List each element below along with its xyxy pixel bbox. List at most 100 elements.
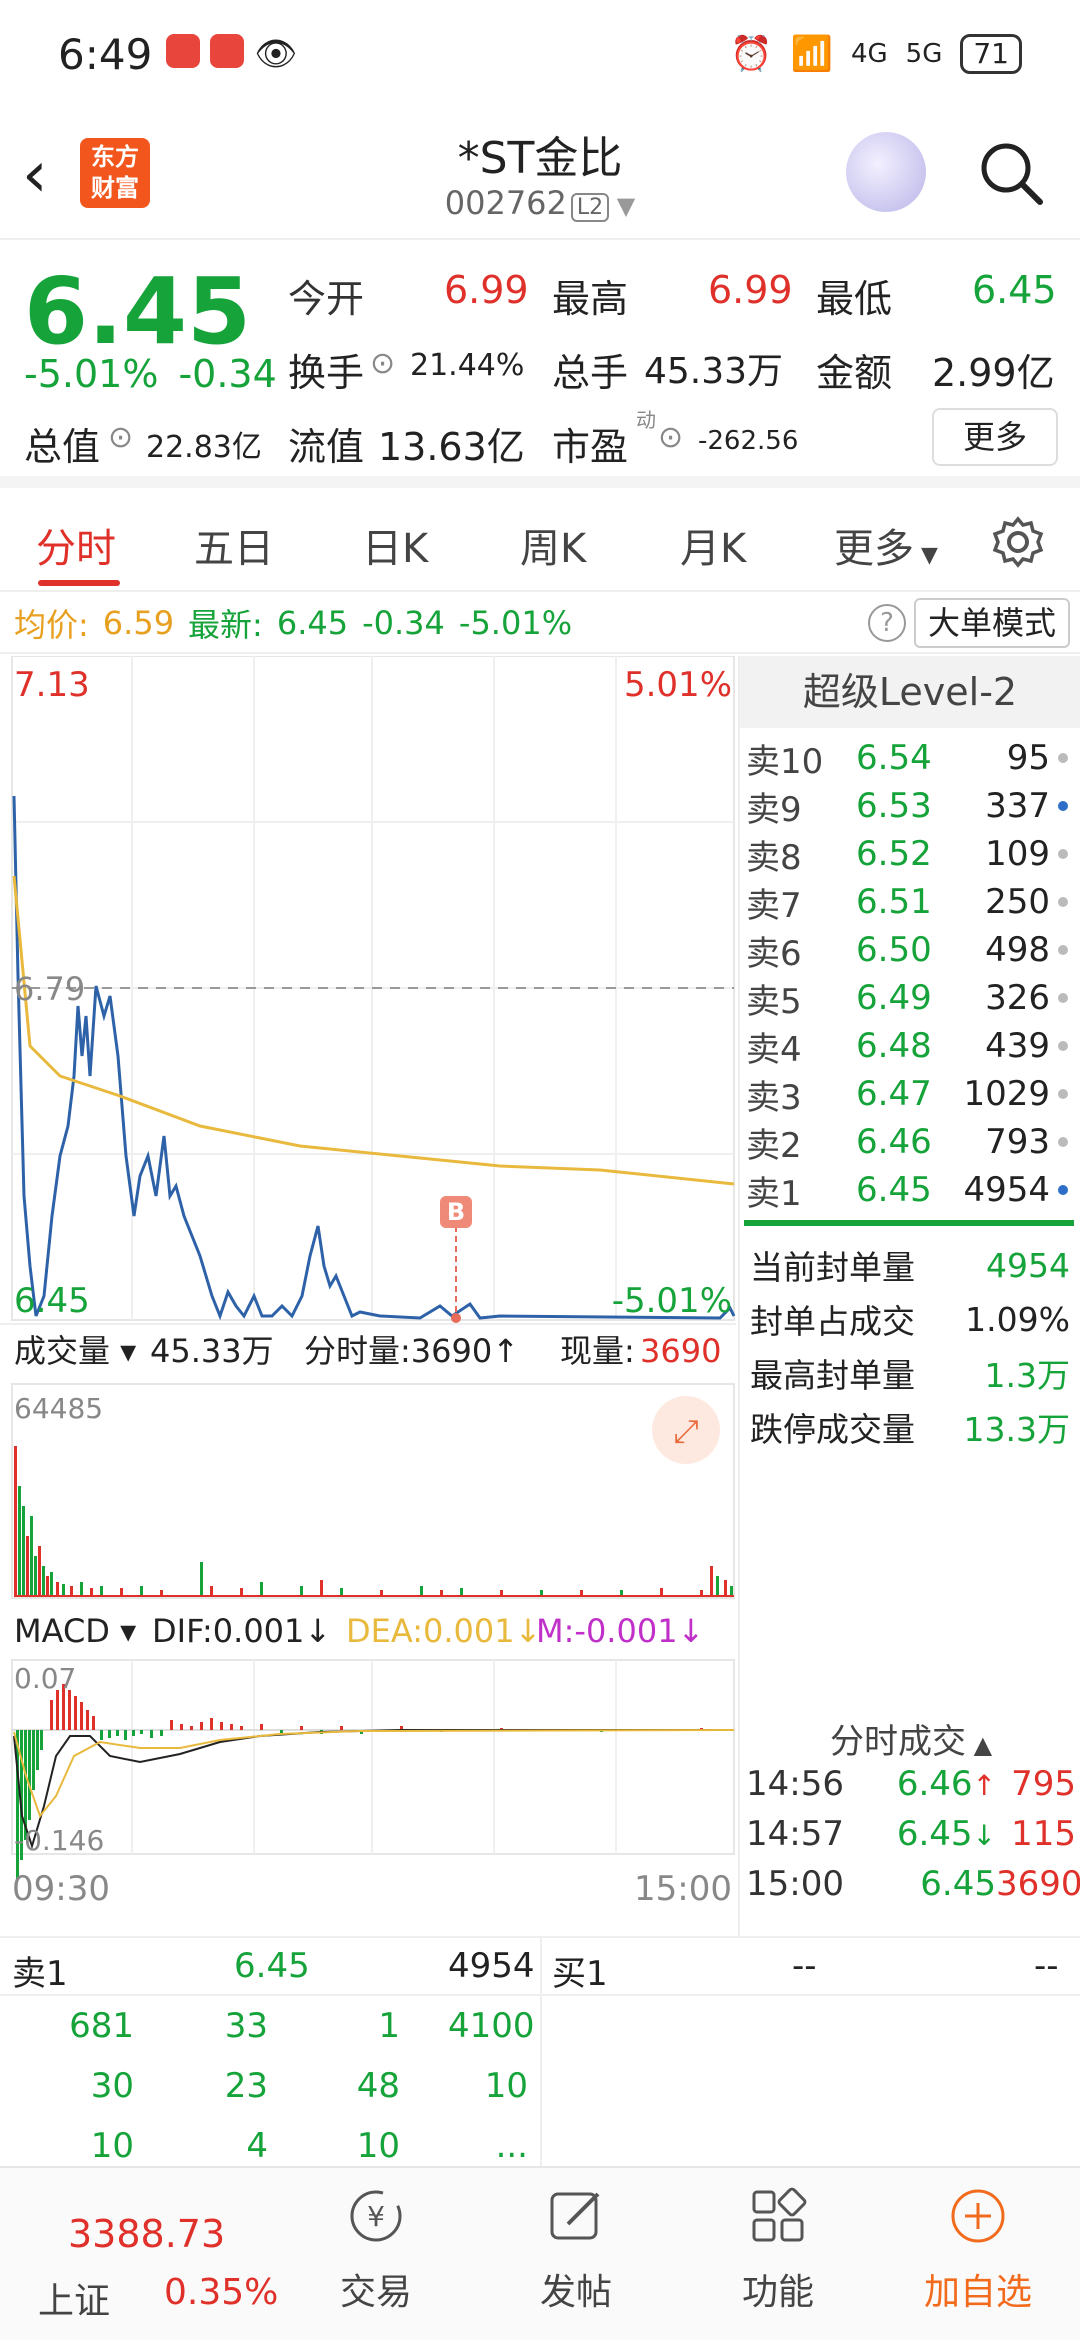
seal-divider: [744, 1220, 1074, 1226]
ask-row[interactable]: 卖6 6.50 498: [740, 926, 1080, 974]
turnover-value: 21.44%: [410, 348, 525, 383]
index-value: 3388.73: [68, 2212, 226, 2256]
settings-gear-icon[interactable]: [992, 516, 1044, 568]
ask-row[interactable]: 卖10 6.54 95: [740, 734, 1080, 782]
ask-label: 卖2: [746, 1125, 802, 1166]
ask-row[interactable]: 卖9 6.53 337: [740, 782, 1080, 830]
queue-cell: 10: [90, 2126, 134, 2166]
tick-row: 14:57 6.45↓ 115: [746, 1814, 1076, 1854]
ask-volume: 498: [985, 930, 1050, 970]
change-amount: -0.34: [178, 352, 277, 396]
low-label: 最低: [816, 277, 893, 321]
info-dots-icon[interactable]: ⊙: [658, 420, 683, 455]
ask-price: 6.54: [856, 738, 932, 778]
order-dot-icon: [1058, 993, 1068, 1003]
bottom-price-label: 6.45: [14, 1281, 90, 1321]
bottom-nav: 3388.73 上证 0.35% ¥ 交易 发帖 功能 加自选: [0, 2166, 1080, 2340]
ask-row[interactable]: 卖5 6.49 326: [740, 974, 1080, 1022]
queue-cell: 48: [356, 2066, 400, 2106]
queue-cell: 30: [90, 2066, 134, 2106]
seal-value: 1.3万: [984, 1356, 1070, 1395]
avg-value: 6.59: [102, 604, 175, 642]
macd-histogram-bar: [32, 1730, 35, 1790]
ask-row[interactable]: 卖2 6.46 793: [740, 1118, 1080, 1166]
tab-more[interactable]: 更多 ▼: [834, 516, 938, 574]
volume-bar: [460, 1588, 463, 1596]
order-dot-icon: [1058, 753, 1068, 763]
now-volume-label: 现量:: [560, 1332, 635, 1370]
macd-histogram-bar: [260, 1724, 263, 1730]
volume-bar: [30, 1516, 33, 1596]
period-volume: 分时量:3690↑: [304, 1332, 519, 1370]
tick-time: 14:57: [746, 1814, 844, 1854]
price-change: -5.01% -0.34: [24, 352, 297, 396]
ask-price: 6.52: [856, 834, 932, 874]
volume-bar: [340, 1588, 343, 1596]
time-end-label: 15:00: [634, 1869, 732, 1909]
avg-price-line: [12, 875, 735, 1186]
volume-bar: [730, 1586, 733, 1596]
ask-row[interactable]: 卖8 6.52 109: [740, 830, 1080, 878]
ask-row[interactable]: 卖3 6.47 1029: [740, 1070, 1080, 1118]
volume-bar: [710, 1566, 713, 1596]
ask-volume: 793: [985, 1122, 1050, 1162]
alarm-icon: ⏰: [730, 34, 773, 74]
float-value: 13.63亿: [378, 425, 525, 469]
macd-histogram-bar: [170, 1720, 173, 1730]
nav-add-watchlist[interactable]: 加自选: [898, 2186, 1058, 2315]
m-label: M:-0.001↓: [536, 1612, 704, 1650]
search-icon[interactable]: [976, 138, 1046, 208]
ask-label: 卖5: [746, 981, 802, 1022]
latest-label: 最新:: [188, 606, 263, 644]
change-percent: -5.01%: [24, 352, 159, 396]
tick-price: 6.45↓: [896, 1814, 996, 1854]
info-dots-icon[interactable]: ⊙: [370, 346, 395, 381]
tick-trades-title[interactable]: 分时成交 ▲: [740, 1714, 1080, 1763]
tab-daily-k[interactable]: 日K: [362, 516, 428, 574]
ask-row[interactable]: 卖4 6.48 439: [740, 1022, 1080, 1070]
order-dot-icon: [1058, 897, 1068, 907]
ask-row[interactable]: 卖1 6.45 4954: [740, 1166, 1080, 1214]
big-order-mode-button[interactable]: 大单模式: [914, 598, 1070, 648]
tick-volume: 3690: [996, 1864, 1080, 1904]
order-dot-icon: [1058, 945, 1068, 955]
intraday-chart[interactable]: 7.13 5.01% 6.79 6.45 -5.01% B 成交量 ▾ 45.33万 分时量:3…: [0, 656, 736, 1936]
ask-row[interactable]: 卖7 6.51 250: [740, 878, 1080, 926]
macd-histogram-bar: [92, 1716, 95, 1730]
queue-left-label: 卖1: [12, 1954, 68, 1994]
ask-volume: 4954: [963, 1170, 1050, 1210]
seal-label: 最高封单量: [750, 1356, 915, 1395]
queue-cell: 4: [246, 2126, 268, 2166]
svg-text:¥: ¥: [367, 2200, 385, 2233]
macd-histogram-bar: [300, 1726, 303, 1730]
ask-price: 6.51: [856, 882, 932, 922]
queue-cell: ...: [495, 2126, 528, 2166]
assistant-robot-icon[interactable]: [846, 132, 926, 212]
prev-close-label: 6.79: [14, 970, 85, 1008]
ask-price: 6.47: [856, 1074, 932, 1114]
level2-title[interactable]: 超级Level-2: [740, 656, 1080, 728]
tab-intraday[interactable]: 分时: [36, 516, 116, 574]
high-label: 最高: [552, 277, 629, 321]
tab-five-day[interactable]: 五日: [194, 516, 274, 574]
macd-histogram-bar: [124, 1730, 127, 1740]
expand-arrows-icon: ⤢: [673, 1412, 699, 1450]
ask-label: 卖1: [746, 1173, 802, 1214]
help-question-icon[interactable]: ?: [868, 604, 906, 642]
dea-label: DEA:0.001↓: [346, 1612, 541, 1650]
ask-price: 6.49: [856, 978, 932, 1018]
info-dots-icon[interactable]: ⊙: [108, 420, 133, 455]
macd-histogram-bar: [68, 1690, 71, 1730]
level-badge: L2: [570, 193, 610, 222]
volume-bar: [120, 1588, 123, 1596]
ask-price: 6.46: [856, 1122, 932, 1162]
nav-trade[interactable]: ¥ 交易: [296, 2186, 456, 2315]
volume-bar: [14, 1446, 17, 1596]
nav-post[interactable]: 发帖: [496, 2186, 656, 2315]
tab-monthly-k[interactable]: 月K: [680, 516, 746, 574]
tab-weekly-k[interactable]: 周K: [520, 516, 586, 574]
more-button[interactable]: 更多: [932, 408, 1058, 466]
macd-histogram-bar: [210, 1718, 213, 1730]
nav-functions[interactable]: 功能: [698, 2186, 858, 2315]
volume-bar: [724, 1580, 727, 1596]
